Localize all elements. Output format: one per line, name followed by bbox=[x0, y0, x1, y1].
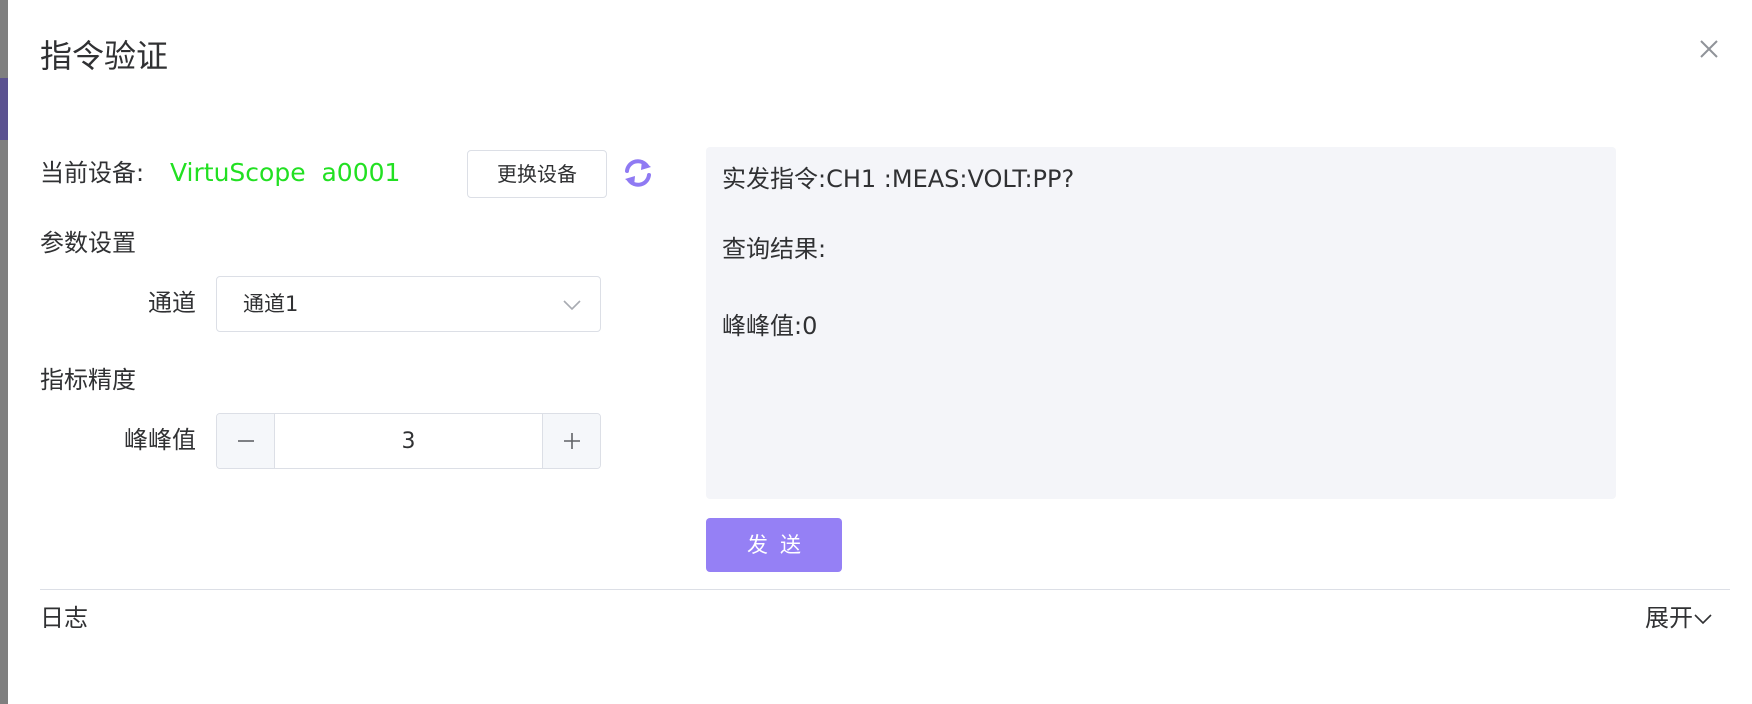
precision-section-title: 指标精度 bbox=[40, 366, 136, 394]
peak-to-peak-result: 峰峰值:0 bbox=[722, 312, 818, 340]
chevron-down-icon bbox=[563, 300, 581, 311]
change-device-button[interactable]: 更换设备 bbox=[467, 150, 607, 198]
plus-icon[interactable] bbox=[542, 414, 600, 468]
peak-to-peak-label: 峰峰值 bbox=[124, 426, 196, 454]
backdrop-sidebar-strip bbox=[0, 78, 8, 140]
chevron-down-icon bbox=[1694, 614, 1712, 625]
minus-icon[interactable] bbox=[217, 414, 275, 468]
close-icon[interactable] bbox=[1694, 34, 1724, 64]
channel-label: 通道 bbox=[148, 289, 196, 317]
refresh-icon[interactable] bbox=[621, 156, 655, 190]
peak-precision-input[interactable] bbox=[275, 414, 542, 468]
log-divider bbox=[40, 589, 1730, 590]
dialog-title: 指令验证 bbox=[40, 37, 169, 75]
sent-command-text: 实发指令:CH1 :MEAS:VOLT:PP? bbox=[722, 165, 1075, 193]
query-result-label: 查询结果: bbox=[722, 235, 827, 263]
current-device-label: 当前设备: bbox=[40, 159, 145, 187]
log-label: 日志 bbox=[40, 604, 88, 632]
command-verify-dialog: 指令验证 当前设备: VirtuScope a0001 更换设备 参数设置 通道… bbox=[8, 0, 1752, 704]
current-device-name: VirtuScope a0001 bbox=[170, 158, 401, 187]
command-output-panel: 实发指令:CH1 :MEAS:VOLT:PP? 查询结果: 峰峰值:0 bbox=[706, 147, 1616, 499]
channel-select[interactable]: 通道1 bbox=[216, 276, 601, 332]
expand-label: 展开 bbox=[1645, 604, 1693, 632]
send-button[interactable]: 发送 bbox=[706, 518, 842, 572]
channel-select-value: 通道1 bbox=[243, 292, 299, 316]
params-section-title: 参数设置 bbox=[40, 229, 136, 257]
expand-log-button[interactable]: 展开 bbox=[1645, 602, 1713, 634]
peak-precision-stepper bbox=[216, 413, 601, 469]
